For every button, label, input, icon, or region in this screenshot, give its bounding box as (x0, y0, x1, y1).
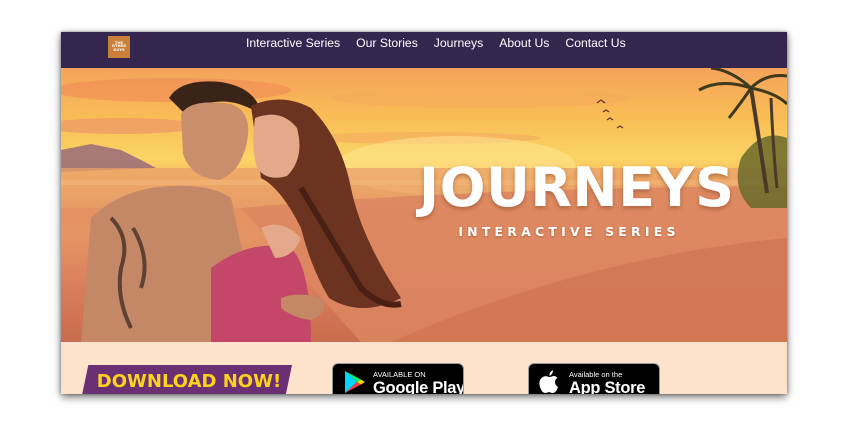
nav-item-contact-us[interactable]: Contact Us (565, 36, 625, 50)
nav-item-about-us[interactable]: About Us (499, 36, 549, 50)
browser-page: THE OTHER GUYS Interactive Series Our St… (61, 32, 787, 394)
app-store-badge[interactable]: Available on the App Store (528, 363, 660, 394)
hero-title: JOURNEYS (419, 156, 735, 219)
google-play-icon (345, 371, 365, 393)
download-section: DOWNLOAD NOW! AVAILABLE ON Google Play A… (61, 342, 787, 394)
apple-icon (539, 370, 558, 393)
nav-item-interactive-series[interactable]: Interactive Series (246, 36, 340, 50)
logo-line: GUYS (113, 47, 125, 52)
google-play-badge[interactable]: AVAILABLE ON Google Play (332, 363, 464, 394)
nav-item-our-stories[interactable]: Our Stories (356, 36, 418, 50)
company-logo[interactable]: THE OTHER GUYS (108, 36, 130, 58)
google-play-large-text: Google Play (373, 379, 464, 394)
app-store-large-text: App Store (569, 379, 646, 394)
top-navigation: THE OTHER GUYS Interactive Series Our St… (61, 32, 787, 68)
nav-menu: Interactive Series Our Stories Journeys … (246, 36, 626, 50)
hero-banner: JOURNEYS INTERACTIVE SERIES (61, 68, 787, 342)
download-now-button[interactable]: DOWNLOAD NOW! (94, 371, 284, 392)
nav-item-journeys[interactable]: Journeys (434, 36, 483, 50)
google-play-small-text: AVAILABLE ON (373, 370, 426, 379)
app-store-small-text: Available on the (569, 370, 623, 379)
hero-subtitle: INTERACTIVE SERIES (458, 224, 680, 239)
